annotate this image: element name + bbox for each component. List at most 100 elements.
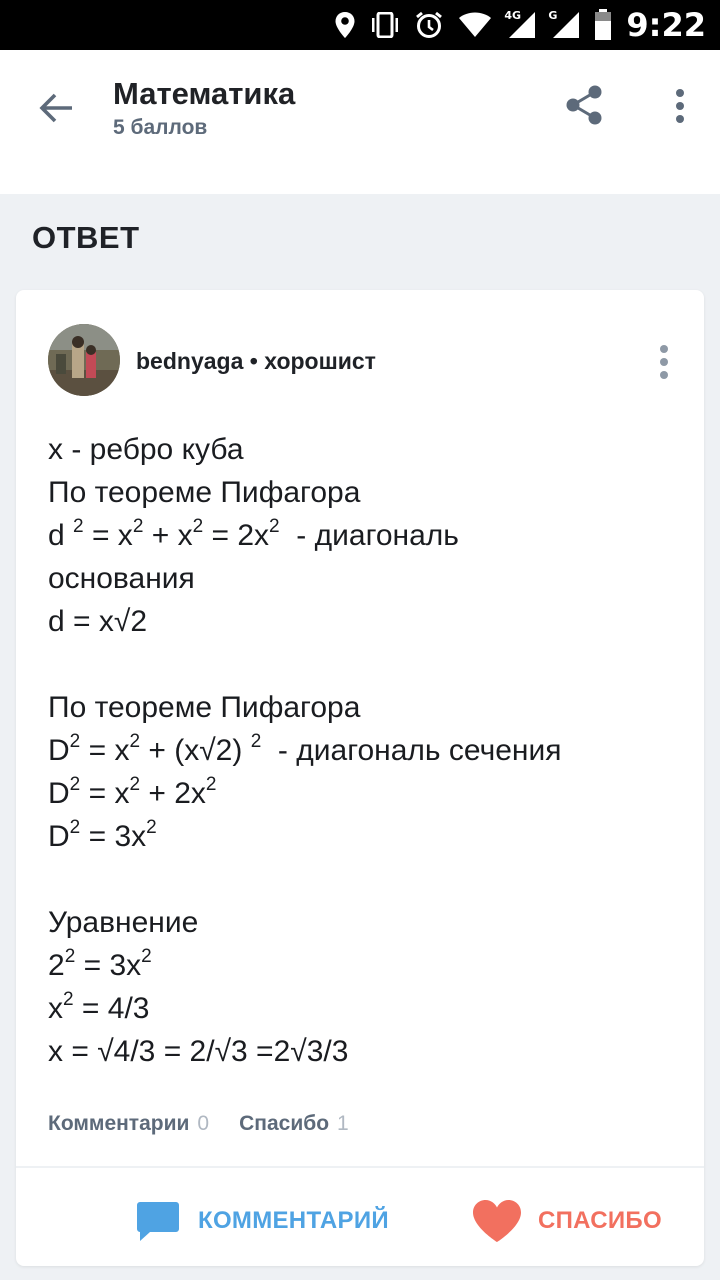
answer-text-segment: - диагональ сечения bbox=[261, 734, 562, 767]
answer-text-segment: + 2x bbox=[140, 777, 206, 810]
signal-icon: 4G bbox=[504, 9, 536, 39]
signal-icon: G bbox=[548, 9, 580, 39]
answer-text-segment: + x bbox=[143, 519, 193, 552]
answer-card: bednyaga • хорошист x - ребро куба По тео… bbox=[16, 290, 704, 1266]
section-title: ОТВЕТ bbox=[32, 220, 140, 255]
answer-line: По теореме Пифагора bbox=[48, 471, 688, 514]
answer-stats: Комментарии 0 Спасибо 1 bbox=[48, 1112, 379, 1136]
answer-text-segment: d bbox=[48, 519, 74, 552]
superscript: 2 bbox=[69, 817, 81, 838]
answer-line bbox=[48, 643, 688, 686]
answer-text-segment: основания bbox=[48, 562, 195, 595]
answer-text-segment: x bbox=[48, 992, 63, 1025]
answer-line: x - ребро куба bbox=[48, 428, 688, 471]
share-icon bbox=[566, 85, 602, 125]
answer-text-segment: x = √4/3 = 2/√3 =2√3/3 bbox=[48, 1035, 349, 1068]
answer-options-button[interactable] bbox=[648, 340, 680, 384]
superscript: 2 bbox=[63, 989, 74, 1010]
answer-text-segment: = x bbox=[83, 519, 133, 552]
answer-line: основания bbox=[48, 557, 688, 600]
answer-text-segment: = 2x bbox=[203, 519, 270, 552]
answer-text-segment: - диагональ bbox=[279, 519, 459, 552]
vibrate-icon bbox=[370, 12, 400, 38]
superscript: 2 bbox=[192, 516, 204, 537]
network-type-label: 4G bbox=[504, 9, 522, 22]
superscript: 2 bbox=[64, 946, 76, 967]
superscript: 2 bbox=[132, 516, 144, 537]
answer-text-segment: d = x√2 bbox=[48, 605, 148, 638]
battery-icon bbox=[594, 9, 612, 41]
answer-text-segment: D bbox=[48, 734, 70, 767]
answer-line: x = √4/3 = 2/√3 =2√3/3 bbox=[48, 1030, 688, 1073]
thanks-button[interactable]: СПАСИБО bbox=[472, 1188, 662, 1254]
back-arrow-icon bbox=[39, 93, 72, 123]
superscript: 2 bbox=[141, 946, 152, 967]
answer-text-segment: D bbox=[48, 777, 70, 810]
comments-label: Комментарии bbox=[48, 1112, 190, 1135]
thanks-stat[interactable]: Спасибо 1 bbox=[239, 1112, 349, 1136]
clock-time: 9:22 bbox=[626, 6, 706, 44]
answer-line: Уравнение bbox=[48, 901, 688, 944]
status-bar: 4G G 9:22 bbox=[0, 0, 720, 50]
more-vertical-icon bbox=[660, 345, 668, 379]
answer-text: x - ребро куба По теореме Пифагора d 2 = x… bbox=[48, 428, 688, 1073]
author-rank: хорошист bbox=[264, 348, 376, 374]
answer-text-segment: Уравнение bbox=[48, 906, 199, 939]
answer-line: D2 = 3x2 bbox=[48, 815, 688, 858]
thanks-count: 1 bbox=[337, 1112, 349, 1135]
alarm-icon bbox=[414, 10, 444, 40]
superscript: 2 bbox=[205, 774, 217, 795]
answer-text-segment: D bbox=[48, 820, 70, 853]
wifi-icon bbox=[458, 12, 492, 38]
answer-text-segment: x - ребро куба bbox=[48, 433, 244, 466]
answer-line: 22 = 3x2 bbox=[48, 944, 688, 987]
network-type-label: G bbox=[548, 9, 558, 22]
superscript: 2 bbox=[73, 516, 84, 537]
comments-stat[interactable]: Комментарии 0 bbox=[48, 1112, 209, 1136]
page-title: Математика bbox=[113, 76, 296, 111]
superscript: 2 bbox=[129, 774, 141, 795]
header-spacer bbox=[0, 162, 720, 194]
superscript: 2 bbox=[250, 731, 262, 752]
superscript: 2 bbox=[69, 731, 81, 752]
answer-text-segment: 2 bbox=[48, 949, 65, 982]
answer-line: x2 = 4/3 bbox=[48, 987, 688, 1030]
more-vertical-icon bbox=[676, 89, 684, 123]
answer-text-segment: = 4/3 bbox=[73, 992, 150, 1025]
answer-line bbox=[48, 858, 688, 901]
app-bar: Математика 5 баллов bbox=[0, 50, 720, 162]
author-line[interactable]: bednyaga • хорошист bbox=[136, 348, 376, 375]
superscript: 2 bbox=[269, 516, 280, 537]
back-button[interactable] bbox=[34, 86, 78, 130]
comment-icon bbox=[137, 1202, 179, 1241]
comments-count: 0 bbox=[197, 1112, 210, 1135]
answer-line: По теореме Пифагора bbox=[48, 686, 688, 729]
answer-line: d = x√2 bbox=[48, 600, 688, 643]
answer-line: D2 = x2 + 2x2 bbox=[48, 772, 688, 815]
answer-text-segment: По теореме Пифагора bbox=[48, 691, 361, 724]
superscript: 2 bbox=[129, 731, 141, 752]
answer-text-segment: По теореме Пифагора bbox=[48, 476, 361, 509]
answer-text-segment: = x bbox=[80, 734, 130, 767]
superscript: 2 bbox=[146, 817, 157, 838]
answer-text-segment: = 3x bbox=[75, 949, 142, 982]
more-options-button[interactable] bbox=[662, 84, 698, 128]
answer-text-segment: + (x√2) bbox=[140, 734, 251, 767]
avatar[interactable] bbox=[48, 324, 120, 396]
divider bbox=[16, 1166, 704, 1168]
answer-line: d 2 = x2 + x2 = 2x2 - диагональ bbox=[48, 514, 688, 557]
heart-icon bbox=[473, 1200, 521, 1242]
author-separator: • bbox=[243, 348, 265, 374]
comment-button[interactable]: КОММЕНТАРИЙ bbox=[136, 1188, 389, 1254]
answer-line: D2 = x2 + (x√2) 2 - диагональ сечения bbox=[48, 729, 688, 772]
author-name[interactable]: bednyaga bbox=[136, 348, 243, 374]
thanks-label: Спасибо bbox=[239, 1112, 330, 1135]
location-icon bbox=[334, 11, 356, 39]
superscript: 2 bbox=[69, 774, 81, 795]
points-subtitle: 5 баллов bbox=[113, 116, 208, 139]
thanks-button-label: СПАСИБО bbox=[538, 1207, 662, 1234]
share-button[interactable] bbox=[562, 82, 606, 128]
answer-text-segment: = 3x bbox=[80, 820, 147, 853]
comment-button-label: КОММЕНТАРИЙ bbox=[198, 1207, 389, 1234]
answer-text-segment: = x bbox=[80, 777, 130, 810]
